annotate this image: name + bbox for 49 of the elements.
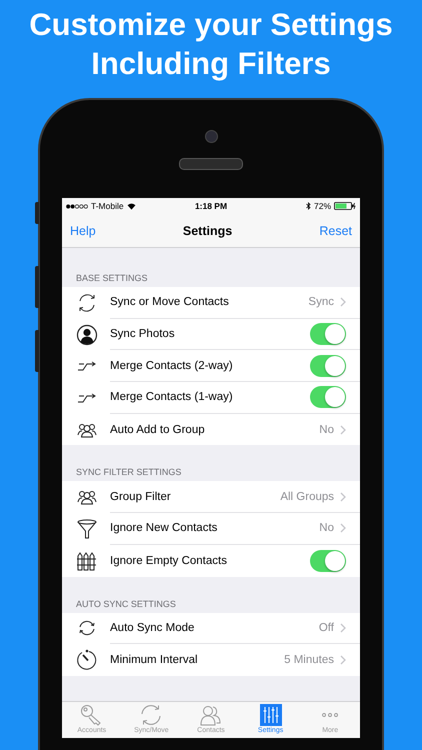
timer-icon [76, 649, 98, 672]
signal-icon [66, 204, 88, 208]
person-icon [76, 324, 98, 346]
carrier-name: T-Mobile [91, 201, 124, 211]
setting-label: Ignore Empty Contacts [110, 554, 228, 567]
toggle-switch[interactable] [310, 354, 346, 377]
setting-label: Merge Contacts (1-way) [110, 391, 234, 404]
setting-value[interactable]: All Groups [280, 490, 334, 503]
speaker-grille [179, 158, 243, 170]
chevron-icon [340, 492, 346, 502]
reset-button[interactable]: Reset [319, 224, 352, 238]
setting-value[interactable]: No [319, 522, 334, 534]
headline: Including Filters [91, 45, 331, 83]
headline: Customize your Settings [29, 6, 393, 44]
toggle-switch[interactable] [310, 323, 346, 346]
clock-time: 1:18 PM [194, 201, 228, 211]
toggle-switch[interactable] [310, 550, 346, 572]
setting-label: Auto Sync Mode [110, 622, 196, 634]
camera-lens [204, 130, 218, 143]
bluetooth-icon [306, 202, 311, 210]
setting-label: Ignore New Contacts [110, 522, 218, 534]
setting-label: Minimum Interval [110, 654, 199, 666]
funnel-icon [76, 518, 98, 540]
chevron-icon [340, 424, 346, 435]
setting-label: Auto Add to Group [110, 424, 206, 436]
wifi-icon [126, 202, 136, 210]
setting-value[interactable]: No [319, 424, 334, 436]
section-header: AUTO SYNC SETTINGS [75, 598, 177, 610]
toggle-switch[interactable] [310, 386, 346, 408]
setting-value[interactable]: Sync [308, 296, 334, 308]
setting-label: Sync Photos [110, 328, 176, 340]
setting-label: Merge Contacts (2-way) [110, 360, 234, 372]
battery-percent: 72% [314, 201, 331, 211]
chevron-icon [340, 297, 346, 308]
setting-label: Group Filter [110, 490, 172, 503]
chevron-icon [340, 622, 346, 633]
setting-value[interactable]: Off [318, 622, 334, 634]
fence-icon [76, 550, 98, 572]
screen-title: Settings [182, 224, 232, 238]
chevron-icon [340, 523, 346, 534]
more-dots-icon [322, 713, 338, 717]
setting-label: Sync or Move Contacts [110, 296, 230, 308]
section-header: SYNC FILTER SETTINGS [75, 466, 182, 480]
help-button[interactable]: Help [70, 224, 96, 238]
chevron-icon [340, 655, 346, 666]
battery-icon [334, 202, 356, 210]
section-header: BASE SETTINGS [75, 272, 149, 285]
setting-value[interactable]: 5 Minutes [284, 654, 334, 666]
sliders-icon [258, 704, 284, 726]
